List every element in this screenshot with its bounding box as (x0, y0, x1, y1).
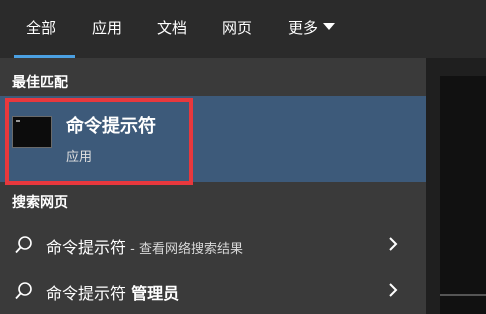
web-result-text: 命令提示符 管理员 (46, 280, 179, 304)
web-result-query: 命令提示符 (46, 284, 127, 303)
web-result-query: 命令提示符 (46, 238, 127, 257)
best-match-title: 命令提示符 (66, 116, 156, 137)
command-prompt-icon (12, 116, 52, 148)
tab-more-label: 更多 (288, 19, 319, 37)
tab-all[interactable]: 全部 (26, 16, 56, 40)
caret-down-icon (323, 23, 336, 30)
search-icon (15, 282, 32, 300)
preview-divider (440, 294, 486, 296)
tab-apps[interactable]: 应用 (92, 16, 122, 40)
chevron-right-icon[interactable] (386, 236, 400, 252)
web-result-item[interactable]: 命令提示符 管理员 (0, 272, 426, 308)
search-tabs-bar: 全部 应用 文档 网页 更多 (0, 0, 486, 58)
best-match-item[interactable]: 命令提示符 应用 (0, 96, 426, 182)
tab-web[interactable]: 网页 (222, 16, 252, 40)
web-result-item[interactable]: 命令提示符 - 查看网络搜索结果 (0, 226, 426, 262)
web-search-header: 搜索网页 (12, 195, 68, 211)
best-match-subtitle: 应用 (66, 150, 93, 165)
results-panel: 最佳匹配 命令提示符 应用 搜索网页 命令提示符 - 查看网络搜索结果 命令提示… (0, 58, 426, 314)
tab-documents[interactable]: 文档 (157, 16, 187, 40)
web-result-admin: 管理员 (131, 284, 180, 303)
preview-pane (426, 58, 486, 314)
web-result-suffix: - 查看网络搜索结果 (126, 242, 243, 257)
chevron-right-icon[interactable] (386, 282, 400, 298)
web-result-text: 命令提示符 - 查看网络搜索结果 (46, 234, 243, 258)
best-match-header: 最佳匹配 (12, 75, 68, 91)
preview-window (440, 76, 486, 314)
tab-more[interactable]: 更多 (288, 16, 336, 40)
search-icon (15, 236, 32, 254)
